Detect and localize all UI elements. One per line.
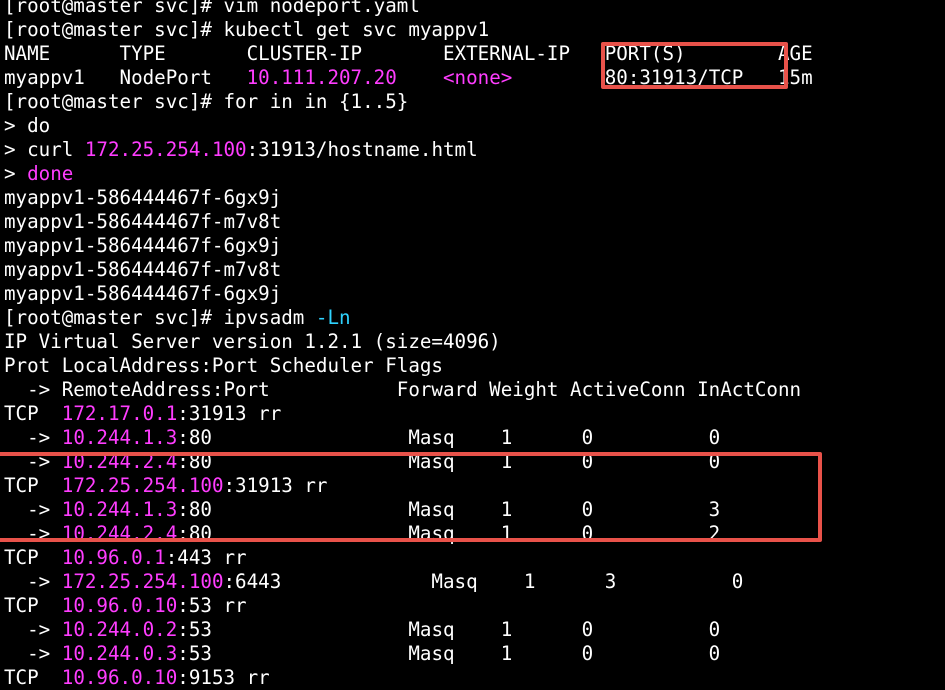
terminal-text: Prot LocalAddress:Port Scheduler Flags: [4, 354, 443, 377]
terminal-text: > do: [4, 114, 51, 137]
terminal-text: :31913 rr: [223, 474, 328, 497]
highlighted-token: 10.244.1.3: [61, 426, 178, 449]
terminal-line: TCP 10.96.0.10:9153 rr: [4, 666, 945, 690]
highlighted-token: 172.25.254.100: [61, 570, 224, 593]
terminal-text: ->: [4, 570, 62, 593]
highlighted-token: done: [27, 162, 74, 185]
terminal-text: :80 Masq 1 0 3: [177, 498, 721, 521]
terminal-text: TCP: [4, 402, 62, 425]
terminal-text: ->: [4, 426, 62, 449]
terminal-line: TCP 172.17.0.1:31913 rr: [4, 402, 945, 426]
terminal-output: [root@master svc]# vim nodeport.yaml [roo…: [4, 0, 945, 690]
terminal-text: [root@master svc]# kubectl get svc myapp…: [4, 18, 490, 41]
terminal-text: > curl: [4, 138, 85, 161]
terminal-line: myappv1-586444467f-6gx9j: [4, 186, 945, 210]
highlighted-token: 10.96.0.10: [61, 594, 178, 617]
terminal-line: [root@master svc]# kubectl get svc myapp…: [4, 18, 945, 42]
terminal-text: :80 Masq 1 0 0: [177, 450, 721, 473]
terminal-line: myappv1 NodePort 10.111.207.20 <none> 80…: [4, 66, 945, 90]
terminal-line: > curl 172.25.254.100:31913/hostname.htm…: [4, 138, 945, 162]
terminal-text: :6443 Masq 1 3 0: [223, 570, 744, 593]
terminal-text: ->: [4, 618, 62, 641]
terminal-text: myappv1-586444467f-m7v8t: [4, 258, 282, 281]
terminal-text: myappv1-586444467f-m7v8t: [4, 210, 282, 233]
terminal-line: myappv1-586444467f-6gx9j: [4, 234, 945, 258]
terminal-text: TCP: [4, 474, 62, 497]
terminal-text: [root@master svc]# ipvsadm: [4, 306, 316, 329]
terminal-line: -> 10.244.0.3:53 Masq 1 0 0: [4, 642, 945, 666]
terminal-line: TCP 172.25.254.100:31913 rr: [4, 474, 945, 498]
highlighted-token: 172.25.254.100: [84, 138, 247, 161]
terminal-line: TCP 10.96.0.1:443 rr: [4, 546, 945, 570]
terminal-line: [root@master svc]# ipvsadm -Ln: [4, 306, 945, 330]
terminal-text: TCP: [4, 594, 62, 617]
highlighted-token: 172.25.254.100: [61, 474, 224, 497]
terminal-line: NAME TYPE CLUSTER-IP EXTERNAL-IP PORT(S)…: [4, 42, 945, 66]
highlighted-token: <none>: [443, 66, 513, 89]
terminal-text: [root@master svc]# for in in {1..5}: [4, 90, 409, 113]
terminal-text: ->: [4, 522, 62, 545]
terminal-line: myappv1-586444467f-6gx9j: [4, 282, 945, 306]
terminal-text: ->: [4, 642, 62, 665]
terminal-text: :443 rr: [165, 546, 247, 569]
terminal-line: -> 10.244.0.2:53 Masq 1 0 0: [4, 618, 945, 642]
terminal-text: NAME TYPE CLUSTER-IP EXTERNAL-IP PORT(S)…: [4, 42, 813, 65]
terminal-text: IP Virtual Server version 1.2.1 (size=40…: [4, 330, 501, 353]
terminal-text: myappv1-586444467f-6gx9j: [4, 234, 282, 257]
terminal-text: [root@master svc]# vim nodeport.yaml: [4, 0, 420, 17]
terminal-line: -> RemoteAddress:Port Forward Weight Act…: [4, 378, 945, 402]
terminal-line: Prot LocalAddress:Port Scheduler Flags: [4, 354, 945, 378]
terminal-text: myappv1-586444467f-6gx9j: [4, 186, 282, 209]
highlighted-token: 10.244.0.3: [61, 642, 178, 665]
terminal-line: -> 10.244.2.4:80 Masq 1 0 2: [4, 522, 945, 546]
terminal-text: >: [4, 162, 28, 185]
terminal-line: TCP 10.96.0.10:53 rr: [4, 594, 945, 618]
terminal-text: :53 Masq 1 0 0: [177, 642, 721, 665]
highlighted-token: 10.244.2.4: [61, 450, 178, 473]
terminal-text: -> RemoteAddress:Port Forward Weight Act…: [4, 378, 802, 401]
terminal-line: [root@master svc]# for in in {1..5}: [4, 90, 945, 114]
terminal-line: -> 10.244.2.4:80 Masq 1 0 0: [4, 450, 945, 474]
terminal-line: myappv1-586444467f-m7v8t: [4, 210, 945, 234]
terminal-text: :31913/hostname.html: [246, 138, 478, 161]
terminal-text: ->: [4, 498, 62, 521]
terminal-line: -> 10.244.1.3:80 Masq 1 0 3: [4, 498, 945, 522]
highlighted-token: 10.244.0.2: [61, 618, 178, 641]
terminal-line: [root@master svc]# vim nodeport.yaml: [4, 0, 945, 18]
highlighted-token: -Ln: [315, 306, 351, 329]
highlighted-token: 10.96.0.1: [61, 546, 166, 569]
terminal-text: 80:31913/TCP 15m: [512, 66, 813, 89]
terminal-line: -> 172.25.254.100:6443 Masq 1 3 0: [4, 570, 945, 594]
terminal-text: TCP: [4, 546, 62, 569]
terminal-text: :80 Masq 1 0 0: [177, 426, 721, 449]
highlighted-token: 10.111.207.20: [246, 66, 397, 89]
terminal-line: -> 10.244.1.3:80 Masq 1 0 0: [4, 426, 945, 450]
terminal-line: IP Virtual Server version 1.2.1 (size=40…: [4, 330, 945, 354]
terminal-line: myappv1-586444467f-m7v8t: [4, 258, 945, 282]
terminal-text: :53 Masq 1 0 0: [177, 618, 721, 641]
terminal-text: myappv1-586444467f-6gx9j: [4, 282, 282, 305]
terminal-line: > done: [4, 162, 945, 186]
terminal-text: :31913 rr: [177, 402, 282, 425]
terminal-text: ->: [4, 450, 62, 473]
terminal-line: > do: [4, 114, 945, 138]
terminal-text: :80 Masq 1 0 2: [177, 522, 721, 545]
terminal-text: :53 rr: [177, 594, 247, 617]
highlighted-token: 10.244.2.4: [61, 522, 178, 545]
highlighted-token: 172.17.0.1: [61, 402, 178, 425]
highlighted-token: 10.244.1.3: [61, 498, 178, 521]
terminal-text: myappv1 NodePort: [4, 66, 247, 89]
